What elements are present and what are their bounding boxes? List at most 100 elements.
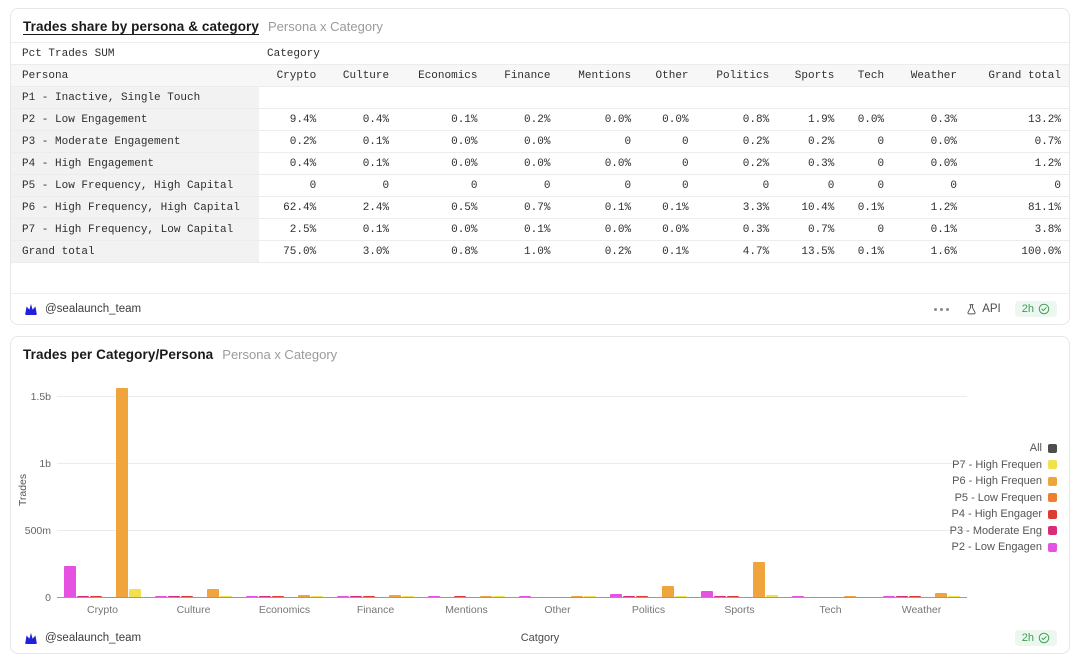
chart-bar[interactable] [792, 596, 804, 598]
author-handle[interactable]: @sealaunch_team [45, 303, 141, 315]
chart-bar[interactable] [662, 586, 674, 597]
chart-bar[interactable] [480, 596, 492, 598]
value-cell: 62.4% [259, 197, 324, 219]
legend-item[interactable]: P6 - High Frequen [952, 475, 1057, 487]
column-header: Sports [777, 65, 842, 87]
legend-item[interactable]: P2 - Low Engagen [951, 541, 1057, 553]
chart-bar[interactable] [727, 596, 739, 598]
chart-bar[interactable] [220, 596, 232, 598]
refresh-age-badge[interactable]: 2h [1015, 301, 1057, 317]
table-row: P1 - Inactive, Single Touch [11, 87, 1069, 109]
chart-bar[interactable] [337, 596, 349, 598]
table-panel-subtitle: Persona x Category [268, 19, 383, 34]
chart-bar[interactable] [428, 596, 440, 598]
table-row: P3 - Moderate Engagement0.2%0.1%0.0%0.0%… [11, 131, 1069, 153]
column-header: Weather [892, 65, 965, 87]
column-header: Politics [697, 65, 778, 87]
more-menu-icon[interactable] [932, 305, 951, 314]
y-tick-label: 500m [17, 525, 51, 537]
chart-bar[interactable] [584, 596, 596, 598]
chart-bar[interactable] [454, 596, 466, 598]
value-cell: 0 [324, 175, 397, 197]
chart-bar[interactable] [896, 596, 908, 598]
value-cell: 2.5% [259, 219, 324, 241]
chart-bar[interactable] [207, 589, 219, 597]
chart-bar[interactable] [714, 596, 726, 598]
value-cell: 0.1% [486, 219, 559, 241]
value-cell: 1.2% [892, 197, 965, 219]
chart-bar[interactable] [129, 589, 141, 597]
table-panel-title[interactable]: Trades share by persona & category [23, 19, 259, 34]
author-handle[interactable]: @sealaunch_team [45, 632, 141, 644]
chart-bar[interactable] [77, 596, 89, 598]
chart-bar[interactable] [64, 566, 76, 597]
legend-item[interactable]: P5 - Low Frequen [955, 492, 1057, 504]
chart-bar[interactable] [402, 596, 414, 598]
chart-bar[interactable] [909, 596, 921, 598]
chart-bar[interactable] [259, 596, 271, 598]
chart-bar[interactable] [493, 596, 505, 598]
chart-bar[interactable] [181, 596, 193, 598]
chart-bar[interactable] [571, 596, 583, 598]
chart-bar[interactable] [116, 388, 128, 597]
chart-bar[interactable] [883, 596, 895, 598]
table-panel-footer: @sealaunch_team API 2h [11, 293, 1069, 324]
chart-bar[interactable] [623, 596, 635, 598]
value-cell: 0.0% [558, 219, 639, 241]
legend-item[interactable]: All [1030, 442, 1057, 454]
chart-panel-title: Trades per Category/Persona [23, 347, 213, 362]
chart-bar[interactable] [90, 596, 102, 598]
chart-bar[interactable] [350, 596, 362, 598]
legend-swatch [1048, 444, 1057, 453]
chart-panel-subtitle: Persona x Category [222, 347, 337, 362]
chart-bar[interactable] [701, 591, 713, 597]
legend-item[interactable]: P4 - High Engager [952, 508, 1058, 520]
y-axis-title: Trades [17, 474, 29, 506]
chart-bar[interactable] [168, 596, 180, 598]
column-header: Other [639, 65, 696, 87]
value-cell: 0.2% [697, 131, 778, 153]
value-cell: 0.8% [397, 241, 485, 263]
chart-bar[interactable] [935, 593, 947, 597]
x-tick-label: Crypto [57, 604, 148, 616]
value-cell [324, 87, 397, 109]
check-circle-icon [1038, 632, 1050, 644]
value-cell [558, 87, 639, 109]
value-cell: 0.0% [397, 131, 485, 153]
table-row: P4 - High Engagement0.4%0.1%0.0%0.0%0.0%… [11, 153, 1069, 175]
api-button[interactable]: API [965, 303, 1001, 316]
chart-bar[interactable] [363, 596, 375, 598]
column-group-label: Category [259, 43, 1069, 65]
chart-bar[interactable] [298, 595, 310, 597]
value-cell: 0 [558, 175, 639, 197]
bar-chart: Trades All P7 - High Frequen P6 - High Fre… [17, 370, 1057, 624]
chart-bar[interactable] [766, 595, 778, 597]
table-panel-header: Trades share by persona & category Perso… [11, 9, 1069, 42]
value-cell: 0.0% [639, 219, 696, 241]
chart-bar[interactable] [636, 596, 648, 598]
value-cell: 0.0% [842, 109, 892, 131]
chart-bar[interactable] [389, 595, 401, 597]
chart-bar[interactable] [753, 562, 765, 597]
chart-bar[interactable] [155, 596, 167, 598]
chart-bar[interactable] [844, 596, 856, 598]
chart-bar[interactable] [272, 596, 284, 598]
value-cell: 0.0% [397, 219, 485, 241]
chart-bar[interactable] [311, 596, 323, 598]
panel-trades-share-table: Trades share by persona & category Perso… [10, 8, 1070, 325]
chart-bar[interactable] [948, 596, 960, 598]
chart-bar[interactable] [246, 596, 258, 598]
value-cell: 10.4% [777, 197, 842, 219]
value-cell: 0 [842, 219, 892, 241]
column-header: Grand total [965, 65, 1069, 87]
plot-area [57, 384, 967, 598]
chart-bar[interactable] [519, 596, 531, 598]
chart-bar[interactable] [610, 594, 622, 597]
refresh-age-badge[interactable]: 2h [1015, 630, 1057, 646]
refresh-age-label: 2h [1022, 632, 1034, 644]
chart-bar[interactable] [675, 596, 687, 598]
value-cell: 4.7% [697, 241, 778, 263]
legend-item[interactable]: P7 - High Frequen [952, 459, 1057, 471]
persona-cell: Grand total [11, 241, 259, 263]
legend-item[interactable]: P3 - Moderate Eng [950, 525, 1057, 537]
